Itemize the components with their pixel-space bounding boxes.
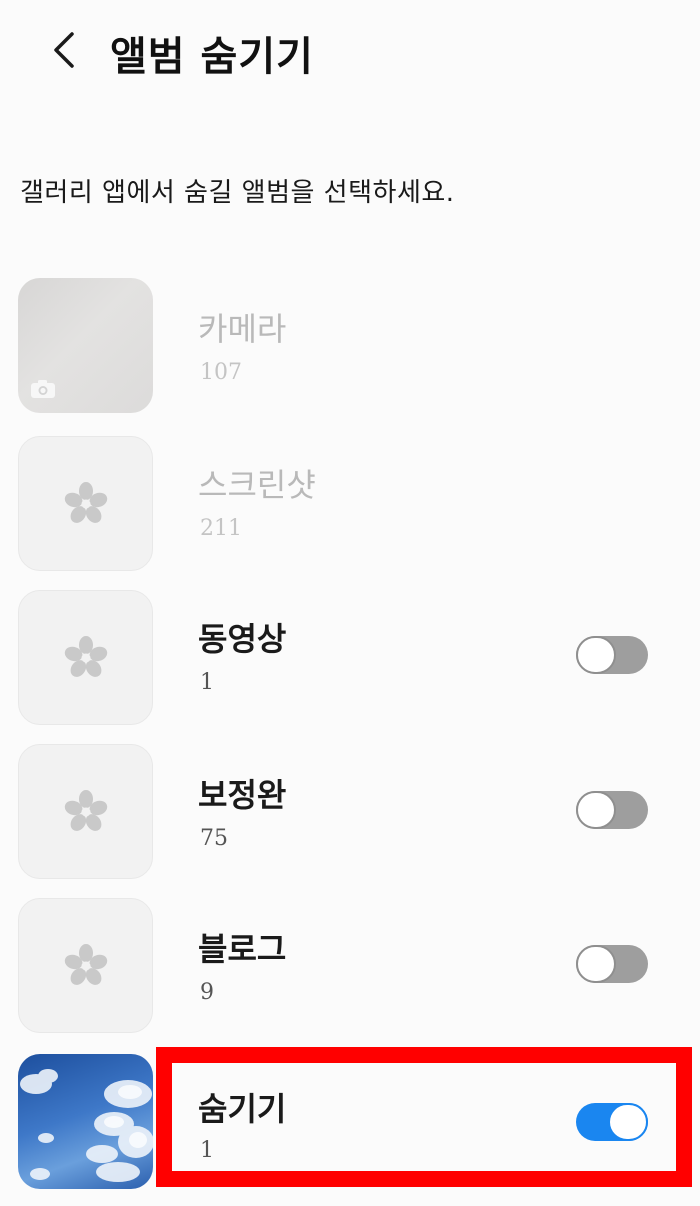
page-title: 앨범 숨기기 [110,34,314,80]
album-row-camera: 카메라 107 [0,276,700,416]
sky-photo [20,1069,153,1182]
album-row-blog[interactable]: 블로그 9 [0,896,700,1036]
album-name: 스크린샷 [198,466,316,504]
hide-toggle[interactable] [576,945,648,983]
flower-icon [64,635,107,677]
flower-icon [64,943,107,985]
album-name: 숨기기 [198,1090,287,1128]
app-header: 앨범 숨기기 [0,0,700,110]
album-row-videos[interactable]: 동영상 1 [0,588,700,728]
album-row-edited[interactable]: 보정완 75 [0,742,700,882]
album-count: 1 [200,1138,214,1163]
album-thumbnail [18,898,153,1033]
hide-toggle[interactable] [576,791,648,829]
toggle-knob [576,945,616,983]
chevron-left-icon [54,32,74,68]
toggle-knob [576,636,616,674]
hide-toggle[interactable] [576,1103,648,1141]
back-button[interactable] [40,26,88,74]
album-count: 75 [200,826,228,851]
album-thumbnail [18,590,153,725]
hide-toggle[interactable] [576,636,648,674]
album-count: 9 [200,980,214,1005]
album-name: 블로그 [198,930,287,968]
album-count: 211 [200,516,242,541]
album-name: 카메라 [198,310,287,348]
album-row-hidden[interactable]: 숨기기 1 [0,1052,700,1192]
camera-icon [31,380,55,398]
album-thumbnail [18,744,153,879]
flower-icon [64,481,107,523]
album-row-screenshots: 스크린샷 211 [0,434,700,574]
album-count: 107 [200,360,242,385]
album-name: 보정완 [198,776,287,814]
album-thumbnail [18,436,153,571]
toggle-knob [608,1103,648,1141]
flower-icon [64,789,107,831]
page-description: 갤러리 앱에서 숨길 앨범을 선택하세요. [20,178,455,208]
album-thumbnail [18,1054,153,1189]
album-count: 1 [200,670,214,695]
album-name: 동영상 [198,620,287,658]
album-thumbnail [18,278,153,413]
toggle-knob [576,791,616,829]
